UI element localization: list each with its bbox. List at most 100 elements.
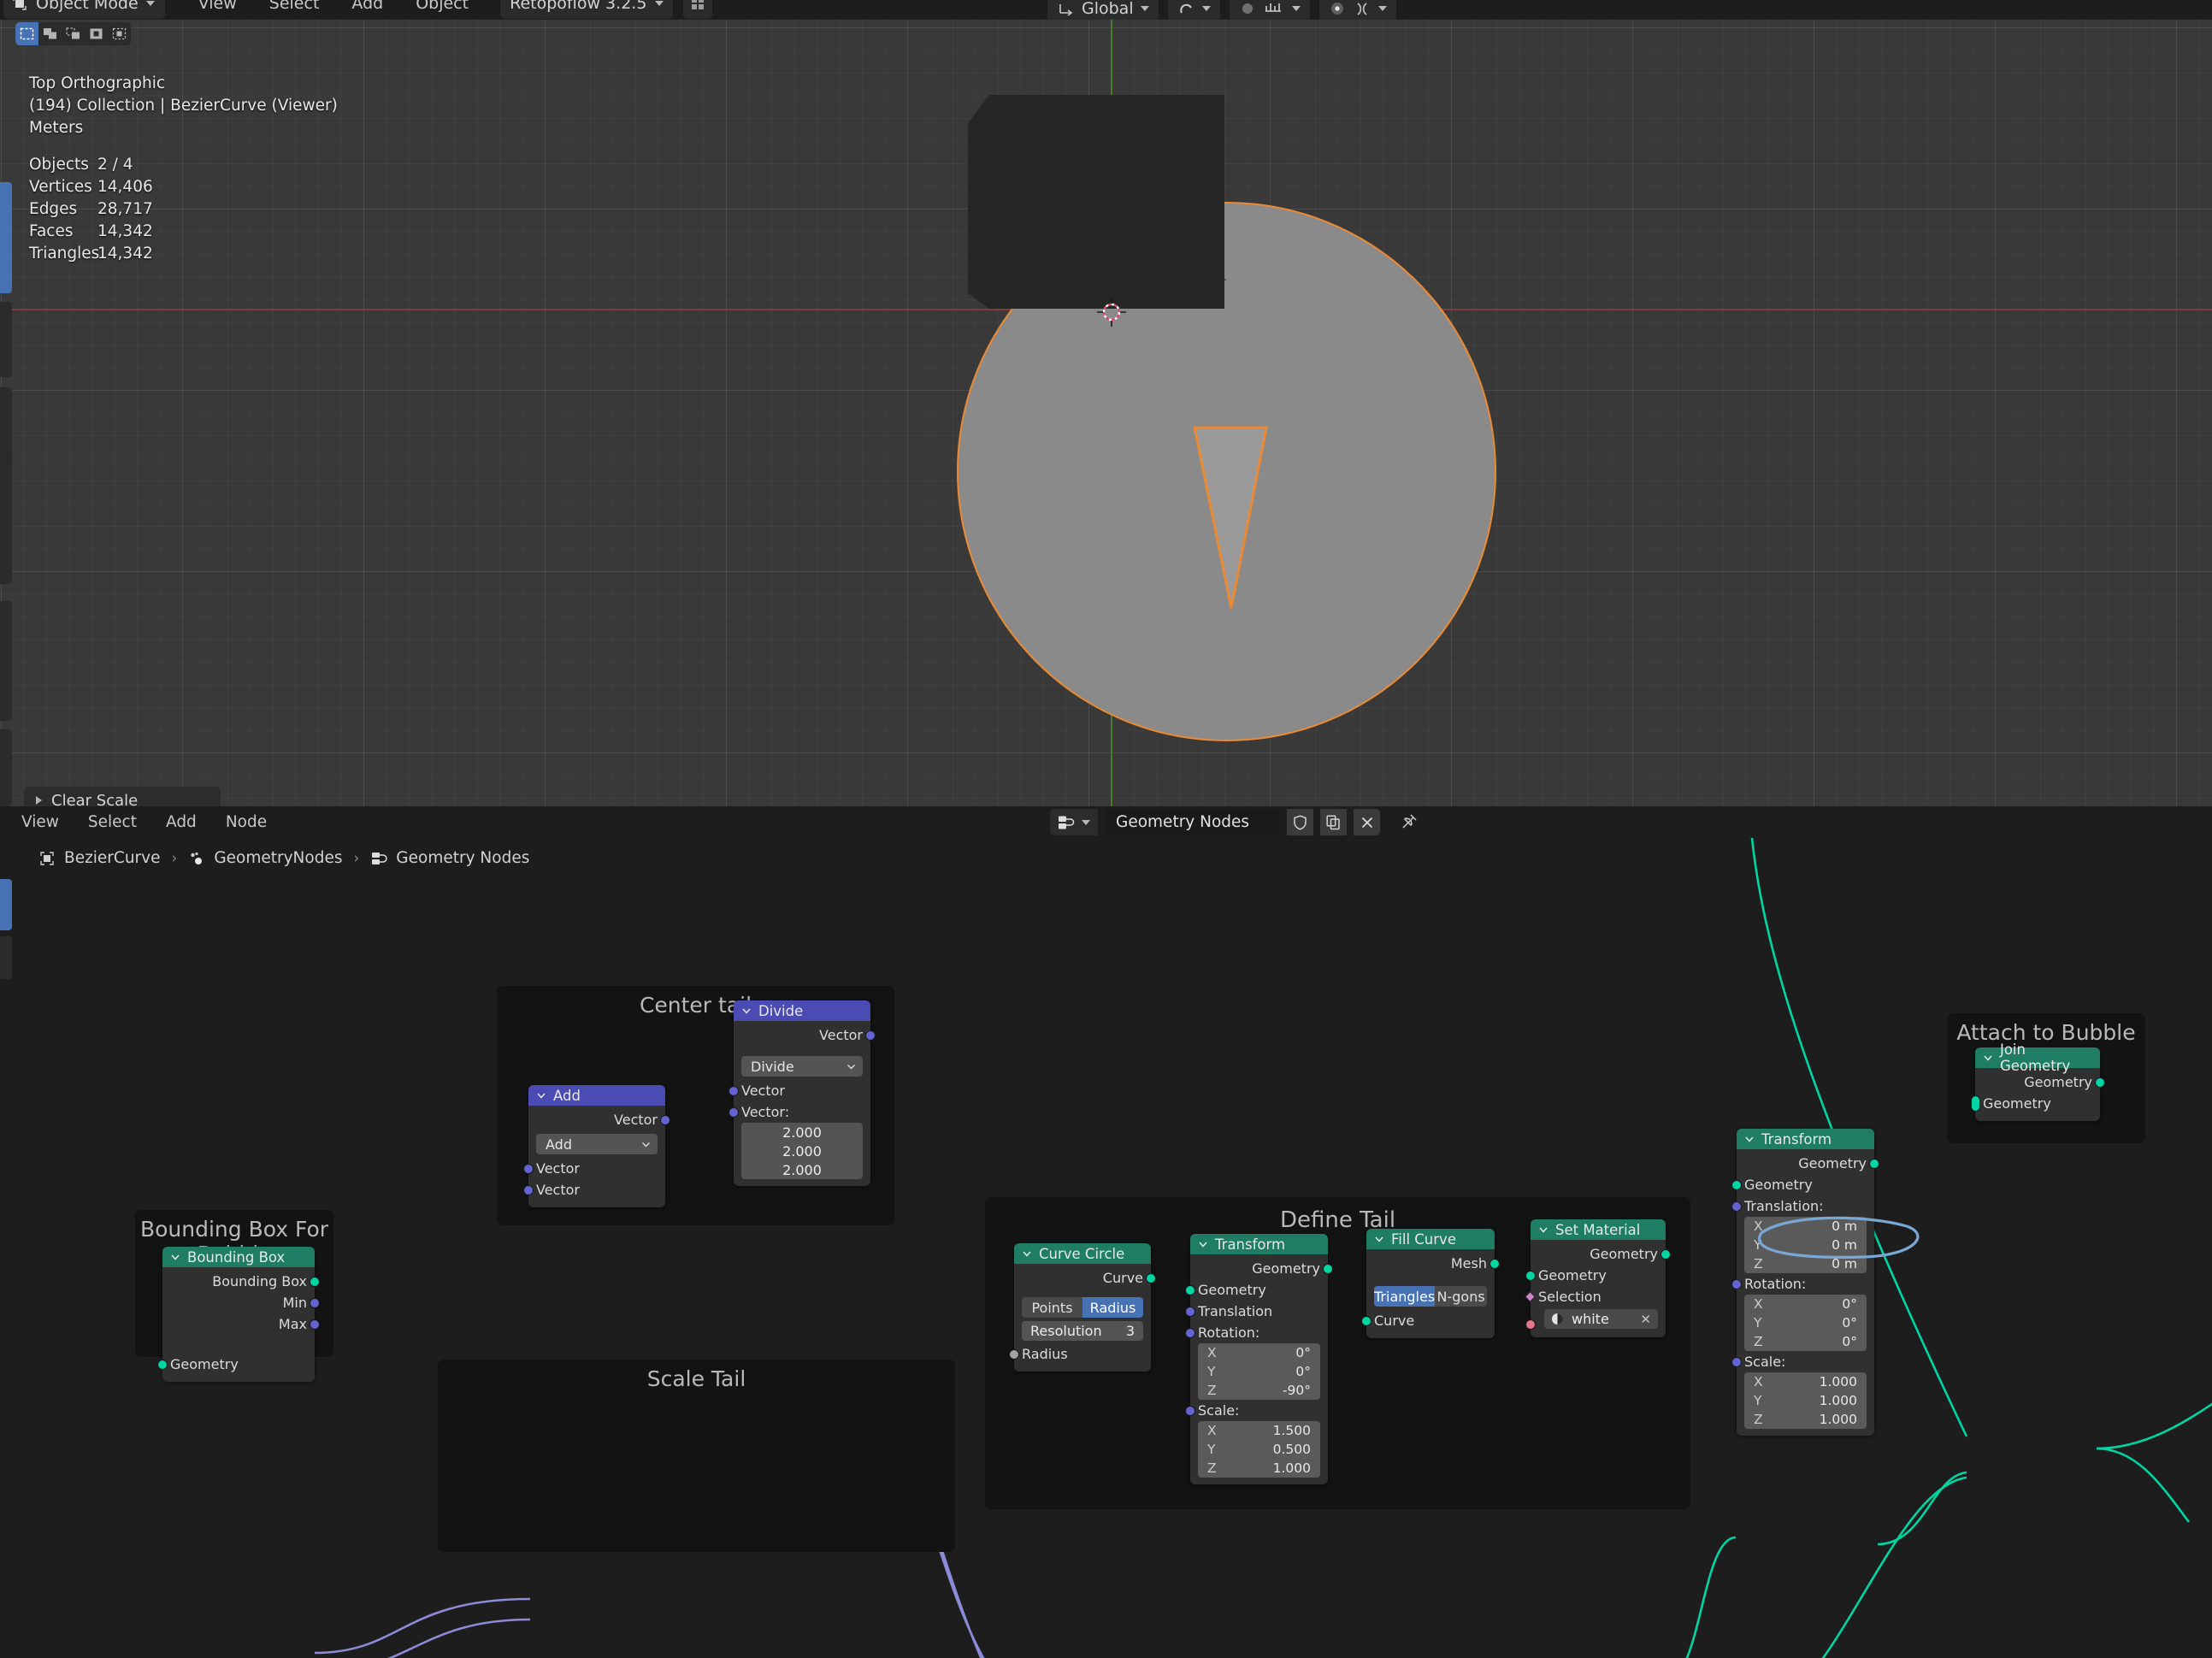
socket-row-input[interactable]: Translation: — [1731, 1195, 1874, 1217]
chevron-down-icon[interactable] — [1983, 1053, 1993, 1063]
socket-row-input[interactable]: Geometry — [1525, 1265, 1666, 1286]
socket-material-in[interactable] — [1525, 1319, 1536, 1330]
node-menu-add[interactable]: Add — [151, 813, 211, 831]
socket-radius-in[interactable] — [1009, 1348, 1019, 1360]
mode-selector[interactable]: Object Mode — [3, 0, 165, 19]
socket-translation-in[interactable] — [1185, 1306, 1195, 1317]
socket-geometry-multi-in[interactable] — [1971, 1095, 1980, 1112]
retopoflow-menu[interactable]: Retopoflow 3.2.5 — [500, 0, 674, 19]
socket-geometry-out[interactable] — [1323, 1263, 1333, 1274]
node-bounding-box[interactable]: Bounding Box Bounding Box Min Max Geomet… — [157, 1247, 320, 1382]
node-header[interactable]: Transform — [1737, 1129, 1874, 1149]
mode-option-ngons[interactable]: N-gons — [1435, 1286, 1487, 1307]
socket-geometry-in[interactable] — [157, 1359, 168, 1370]
socket-row-input[interactable]: Geometry — [157, 1354, 315, 1375]
socket-row-output[interactable]: Curve — [1014, 1267, 1156, 1289]
toolbar-strip-active[interactable] — [0, 182, 12, 293]
breadcrumb-item-modifier[interactable]: GeometryNodes — [214, 849, 342, 867]
select-extend-button[interactable] — [38, 22, 62, 45]
node-menu-node[interactable]: Node — [211, 813, 281, 831]
socket-vector-b[interactable] — [523, 1184, 534, 1195]
vector-value-y[interactable]: 2.000 — [741, 1142, 863, 1160]
fill-curve-mode-toggle[interactable]: Triangles N-gons — [1374, 1286, 1487, 1307]
socket-vector-a[interactable] — [728, 1085, 739, 1096]
scale-x-field[interactable]: X 1.500 — [1198, 1421, 1320, 1440]
geometry-node-editor[interactable]: View Select Add Node Geometry Nodes Boun… — [0, 806, 2212, 1658]
select-set-button[interactable] — [15, 22, 38, 45]
node-header[interactable]: Curve Circle — [1014, 1243, 1151, 1264]
chevron-down-icon[interactable] — [1022, 1248, 1032, 1259]
operation-dropdown[interactable]: Divide — [741, 1056, 863, 1077]
chevron-down-icon[interactable] — [1538, 1224, 1548, 1235]
socket-row-output[interactable]: Bounding Box — [162, 1271, 320, 1292]
chevron-down-icon[interactable] — [1744, 1134, 1755, 1144]
socket-row-input[interactable]: Rotation: — [1185, 1322, 1328, 1343]
node-header[interactable]: Bounding Box — [162, 1247, 315, 1267]
node-toolbar-strip-active[interactable] — [0, 879, 12, 930]
socket-row-input[interactable]: Scale: — [1731, 1351, 1874, 1372]
socket-rotation-in[interactable] — [1185, 1327, 1195, 1338]
socket-vector-a[interactable] — [523, 1163, 534, 1174]
socket-row-output[interactable]: Min — [162, 1292, 320, 1313]
socket-geometry-in[interactable] — [1525, 1270, 1536, 1281]
socket-row-output[interactable]: Geometry — [1190, 1258, 1333, 1279]
scale-y-field[interactable]: Y 0.500 — [1198, 1440, 1320, 1459]
socket-geometry-in[interactable] — [1731, 1179, 1742, 1190]
chevron-down-icon[interactable] — [536, 1090, 546, 1100]
toolbar-strip[interactable] — [0, 601, 12, 721]
toolbar-strip[interactable] — [0, 387, 12, 584]
socket-row-input[interactable]: Rotation: — [1731, 1273, 1874, 1295]
tail-mesh[interactable] — [1193, 426, 1268, 610]
socket-row-input[interactable]: Vector — [523, 1158, 665, 1179]
overlay-group[interactable] — [1318, 0, 1396, 20]
nodetree-type-selector[interactable] — [1050, 809, 1098, 835]
chevron-down-icon[interactable] — [741, 1006, 752, 1016]
socket-row-input[interactable]: Geometry — [1731, 1174, 1874, 1195]
snap-toggle[interactable] — [1167, 0, 1220, 20]
node-transform-final[interactable]: Transform Geometry Geometry Translation: — [1731, 1129, 1879, 1436]
breadcrumb-item-object[interactable]: BezierCurve — [64, 849, 161, 867]
rotation-x-field[interactable]: X 0° — [1198, 1343, 1320, 1362]
socket-bounding-box[interactable] — [310, 1276, 320, 1287]
socket-row-output[interactable]: Geometry — [1531, 1243, 1671, 1265]
duplicate-datablock-button[interactable] — [1320, 809, 1347, 835]
node-header[interactable]: Divide — [734, 1000, 870, 1021]
fake-user-button[interactable] — [1287, 809, 1313, 835]
material-field[interactable]: white ✕ — [1544, 1309, 1658, 1329]
socket-mesh-out[interactable] — [1489, 1258, 1500, 1269]
datablock-name-field[interactable]: Geometry Nodes — [1105, 809, 1280, 835]
socket-vector-out[interactable] — [660, 1114, 670, 1125]
rotation-x-field[interactable]: X 0° — [1744, 1295, 1867, 1313]
socket-row-output[interactable]: Vector — [734, 1024, 876, 1046]
mode-option-points[interactable]: Points — [1022, 1297, 1082, 1318]
unlink-datablock-button[interactable] — [1354, 809, 1380, 835]
socket-row-output[interactable]: Max — [162, 1313, 320, 1335]
vector-value-z[interactable]: 2.000 — [741, 1160, 863, 1179]
socket-translation-in[interactable] — [1731, 1201, 1742, 1212]
mode-option-triangles[interactable]: Triangles — [1374, 1286, 1436, 1307]
operator-panel-clear-scale[interactable]: Clear Scale — [24, 787, 221, 806]
transform-orientation-selector[interactable]: Global — [1047, 0, 1159, 20]
socket-row-input[interactable]: Vector — [523, 1179, 665, 1201]
socket-min[interactable] — [310, 1297, 320, 1308]
node-set-material[interactable]: Set Material Geometry Geometry Selection — [1525, 1219, 1671, 1337]
curve-circle-mode-toggle[interactable]: Points Radius — [1022, 1297, 1143, 1318]
proportional-edit-group[interactable] — [1229, 0, 1310, 20]
socket-curve-in[interactable] — [1361, 1315, 1371, 1326]
socket-row-input[interactable]: Translation — [1185, 1301, 1328, 1322]
socket-geometry-out[interactable] — [1660, 1248, 1671, 1260]
node-menu-select[interactable]: Select — [74, 813, 151, 831]
socket-geometry-out[interactable] — [1869, 1158, 1879, 1169]
toolbar-strip[interactable] — [0, 302, 12, 377]
node-header[interactable]: Transform — [1190, 1234, 1328, 1254]
socket-row-input[interactable]: Vector — [728, 1080, 870, 1101]
socket-row-output[interactable]: Geometry — [1975, 1071, 2105, 1093]
socket-vector-out[interactable] — [865, 1030, 876, 1041]
translation-y-field[interactable]: Y0 m — [1744, 1236, 1867, 1254]
socket-row-input[interactable]: Selection — [1525, 1286, 1666, 1307]
socket-geometry-in[interactable] — [1185, 1284, 1195, 1295]
pin-button[interactable] — [1395, 809, 1422, 835]
socket-row-input[interactable]: Curve — [1361, 1310, 1495, 1331]
vector-value-x[interactable]: 2.000 — [741, 1123, 863, 1142]
socket-row-input[interactable]: Geometry — [1971, 1093, 2100, 1114]
